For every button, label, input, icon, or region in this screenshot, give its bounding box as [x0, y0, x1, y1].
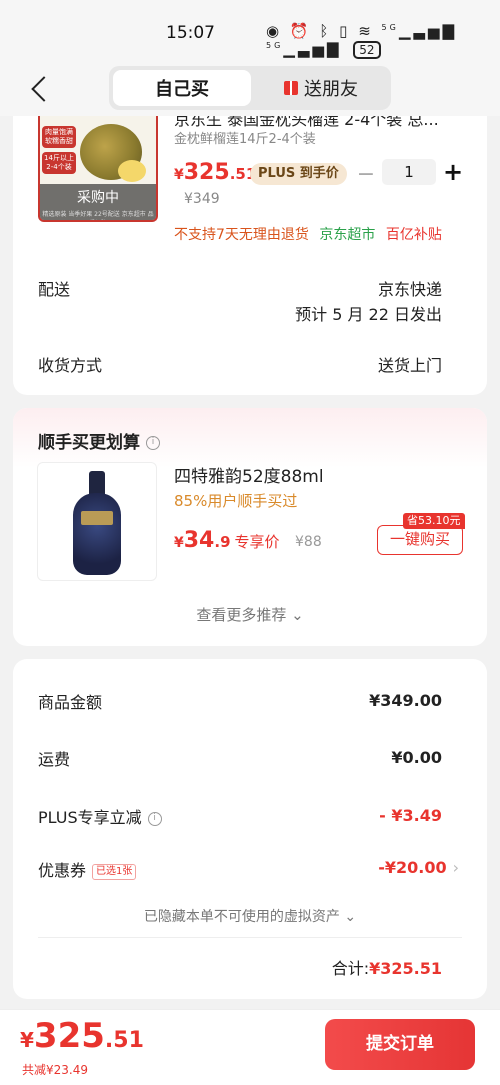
price-currency: ¥: [20, 1028, 34, 1052]
goods-amount-label: 商品金额: [38, 693, 103, 712]
quantity-decrease-button[interactable]: −: [356, 162, 376, 187]
back-icon[interactable]: [26, 74, 56, 104]
recommend-item-subtitle: 85%用户顺手买过: [174, 492, 298, 510]
info-icon[interactable]: i: [146, 436, 160, 450]
image-footnote: 精选原装 当季好果 22号配送 京东超市 品质保障: [42, 211, 154, 218]
plus-discount-label: PLUS专享立减 i: [38, 804, 162, 828]
recommend-card: 顺手买更划算 i 四特雅韵52度88ml 85%用户顺手买过 ¥34.9 专享价 ¥…: [13, 408, 487, 646]
product-price: ¥325.51: [174, 160, 256, 185]
price-integer: 34: [183, 528, 215, 553]
delivery-label: 配送: [38, 280, 71, 299]
shipping-fee-value: ¥0.00: [391, 748, 442, 767]
vibrate-icon: ▯: [339, 22, 351, 40]
checkout-price: ¥325.51: [20, 1016, 144, 1056]
receive-method-value[interactable]: 送货上门: [378, 352, 442, 376]
nav-bar: 自己买 送朋友: [0, 64, 500, 116]
goods-amount-value: ¥349.00: [369, 691, 442, 710]
hidden-assets-toggle[interactable]: 已隐藏本单不可使用的虚拟资产 ⌄: [13, 906, 487, 926]
status-time: 15:07: [166, 23, 215, 43]
coupon-amount: -¥20.00: [378, 858, 447, 877]
coupon-text: 优惠券: [38, 861, 87, 880]
product-tags: 不支持7天无理由退货 京东超市 百亿补贴: [174, 224, 448, 244]
price-currency: ¥: [174, 535, 184, 551]
tab-gift-label: 送朋友: [304, 79, 358, 100]
status-icons: ◉ ⏰ ᛒ ▯ ≋ 5G▁▃▅▇ 5G▁▃▅▇ 52: [266, 22, 500, 59]
price-decimal: .51: [104, 1028, 144, 1053]
info-icon[interactable]: i: [147, 811, 162, 826]
quantity-increase-button[interactable]: +: [442, 158, 464, 186]
image-badge: 14斤以上 2-4个装: [42, 152, 76, 174]
recommend-item-image[interactable]: [37, 462, 157, 581]
delivery-carrier[interactable]: 京东快递: [378, 276, 442, 300]
recommend-title: 顺手买更划算 i: [38, 428, 160, 453]
tab-buy-for-self[interactable]: 自己买: [113, 70, 251, 106]
coupon-selected-tag: 已选1张: [92, 863, 137, 880]
jd-supermarket-tag: 京东超市: [319, 227, 376, 243]
bottle-label-image: [81, 511, 113, 525]
price-currency: ¥: [174, 167, 184, 183]
durian-flesh-image: [118, 160, 146, 182]
price-integer: 325: [183, 160, 230, 185]
subsidy-tag: 百亿补贴: [385, 227, 442, 243]
status-bar: 15:07 ◉ ⏰ ᛒ ▯ ≋ 5G▁▃▅▇ 5G▁▃▅▇ 52: [0, 0, 500, 64]
one-click-buy-button[interactable]: 一键购买: [377, 525, 463, 555]
bottle-body-image: [73, 493, 121, 575]
tab-gift-to-friend[interactable]: 送朋友: [255, 70, 387, 106]
recommend-item-price: ¥34.9 专享价: [174, 528, 280, 553]
purchase-mode-switch: 自己买 送朋友: [109, 66, 391, 110]
image-status-overlay: 采购中 精选原装 当季好果 22号配送 京东超市 品质保障: [40, 184, 156, 220]
divider: [38, 937, 462, 938]
total-label: 合计:: [331, 959, 370, 978]
chevron-right-icon: ›: [452, 858, 459, 877]
coupon-label[interactable]: 优惠券 已选1张: [38, 857, 137, 881]
price-summary-card: 商品金额 ¥349.00 运费 ¥0.00 PLUS专享立减 i - ¥3.49 …: [13, 659, 487, 999]
product-spec: 金枕鲜榴莲14斤2-4个装: [174, 132, 316, 147]
image-badges: 肉量饱满 软糯香甜 14斤以上 2-4个装: [42, 126, 76, 178]
shipping-fee-label: 运费: [38, 750, 71, 769]
alarm-icon: ⏰: [289, 22, 312, 40]
gift-icon: [284, 81, 298, 95]
bluetooth-icon: ᛒ: [319, 22, 332, 40]
eye-icon: ◉: [266, 22, 283, 40]
recommend-original-price: ¥88: [295, 534, 322, 550]
submit-order-button[interactable]: 提交订单: [325, 1019, 475, 1070]
plus-discount-value: - ¥3.49: [379, 806, 442, 825]
order-total: 合计:¥325.51: [332, 955, 442, 979]
battery-icon: 52: [353, 41, 381, 59]
total-amount: ¥325.51: [369, 959, 442, 978]
price-decimal: .9: [214, 533, 231, 551]
signal-5g-icon: 5G▁▃▅▇: [266, 40, 342, 58]
recommend-item-name[interactable]: 四特雅韵52度88ml: [174, 462, 324, 487]
checkout-bar: ¥325.51 共减¥23.49 提交订单: [0, 1009, 500, 1085]
plus-price-tag: PLUS 到手价: [250, 163, 347, 185]
total-saved: 共减¥23.49: [22, 1063, 88, 1077]
original-price: ¥349: [184, 191, 220, 207]
wifi-icon: ≋: [358, 22, 374, 40]
see-more-recommend-link[interactable]: 查看更多推荐 ⌄: [13, 604, 487, 625]
exclusive-price-label: 专享价: [234, 533, 280, 551]
coupon-value[interactable]: -¥20.00 ›: [378, 858, 459, 877]
recommend-title-text: 顺手买更划算: [38, 433, 140, 453]
receive-method-label: 收货方式: [38, 356, 103, 375]
product-image[interactable]: 肉量饱满 软糯香甜 14斤以上 2-4个装 采购中 精选原装 当季好果 22号配…: [38, 116, 158, 222]
delivery-eta: 预计 5 月 22 日发出: [295, 305, 442, 324]
image-status-text: 采购中: [77, 190, 119, 206]
signal-5g-icon: 5G▁▃▅▇: [381, 22, 457, 40]
order-product-card: 肉量饱满 软糯香甜 14斤以上 2-4个装 采购中 精选原装 当季好果 22号配…: [13, 116, 487, 395]
price-integer: 325: [33, 1016, 105, 1056]
image-badge: 肉量饱满 软糯香甜: [42, 126, 76, 148]
plus-discount-text: PLUS专享立减: [38, 808, 142, 827]
no-7day-return-tag: 不支持7天无理由退货: [174, 227, 309, 243]
quantity-input[interactable]: 1: [382, 159, 436, 185]
